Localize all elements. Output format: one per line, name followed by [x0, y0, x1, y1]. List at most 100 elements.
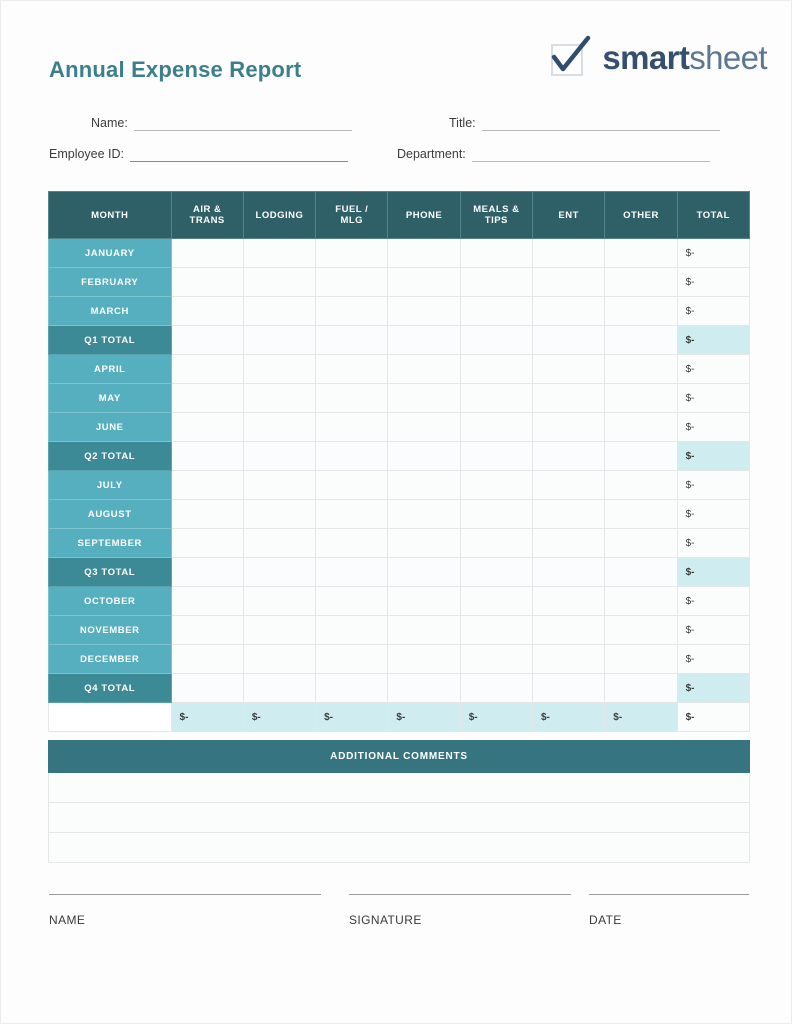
expense-cell[interactable]	[531, 470, 606, 500]
title-field[interactable]: Title:	[449, 111, 720, 131]
expense-cell[interactable]	[604, 296, 678, 326]
expense-cell[interactable]	[170, 238, 244, 268]
expense-cell[interactable]	[170, 615, 244, 645]
expense-cell[interactable]	[459, 586, 534, 616]
expense-cell[interactable]	[242, 383, 317, 413]
expense-cell[interactable]	[170, 644, 244, 674]
expense-cell[interactable]	[242, 470, 317, 500]
title-input-line[interactable]	[481, 114, 720, 131]
expense-cell[interactable]	[459, 615, 534, 645]
expense-cell[interactable]	[604, 586, 678, 616]
expense-cell[interactable]	[242, 499, 317, 529]
comment-row[interactable]	[48, 832, 750, 863]
department-input-line[interactable]	[471, 145, 710, 162]
expense-cell[interactable]	[459, 383, 534, 413]
expense-cell[interactable]	[387, 499, 461, 529]
expense-cell[interactable]	[315, 528, 389, 558]
expense-cell[interactable]	[170, 673, 244, 703]
expense-cell[interactable]	[170, 528, 244, 558]
expense-cell[interactable]	[387, 528, 461, 558]
expense-cell[interactable]	[604, 412, 678, 442]
expense-cell[interactable]	[242, 528, 317, 558]
expense-cell[interactable]	[387, 615, 461, 645]
expense-cell[interactable]	[531, 354, 606, 384]
expense-cell[interactable]	[604, 528, 678, 558]
expense-cell[interactable]	[387, 441, 461, 471]
expense-cell[interactable]	[315, 412, 389, 442]
expense-cell[interactable]	[531, 586, 606, 616]
expense-cell[interactable]	[387, 557, 461, 587]
expense-cell[interactable]	[170, 267, 244, 297]
comment-input-cell[interactable]	[48, 802, 750, 833]
expense-cell[interactable]	[315, 499, 389, 529]
date-signature-line[interactable]	[589, 894, 749, 895]
expense-cell[interactable]	[315, 383, 389, 413]
expense-cell[interactable]	[315, 325, 389, 355]
employee-id-field[interactable]: Employee ID:	[49, 142, 349, 162]
expense-cell[interactable]	[531, 528, 606, 558]
expense-cell[interactable]	[459, 644, 534, 674]
expense-cell[interactable]	[459, 412, 534, 442]
expense-cell[interactable]	[242, 615, 317, 645]
expense-cell[interactable]	[170, 354, 244, 384]
expense-cell[interactable]	[459, 557, 534, 587]
expense-cell[interactable]	[604, 644, 678, 674]
expense-cell[interactable]	[387, 267, 461, 297]
comment-row[interactable]	[48, 802, 750, 833]
expense-cell[interactable]	[315, 586, 389, 616]
expense-cell[interactable]	[459, 441, 534, 471]
expense-cell[interactable]	[170, 470, 244, 500]
expense-cell[interactable]	[604, 383, 678, 413]
expense-cell[interactable]	[315, 441, 389, 471]
expense-cell[interactable]	[170, 441, 244, 471]
expense-cell[interactable]	[531, 238, 606, 268]
comment-input-cell[interactable]	[48, 772, 750, 803]
expense-cell[interactable]	[604, 557, 678, 587]
expense-cell[interactable]	[531, 325, 606, 355]
expense-cell[interactable]	[531, 296, 606, 326]
expense-cell[interactable]	[531, 412, 606, 442]
expense-cell[interactable]	[531, 441, 606, 471]
name-signature-line[interactable]	[49, 894, 321, 895]
expense-cell[interactable]	[531, 644, 606, 674]
name-field[interactable]: Name:	[91, 111, 352, 131]
expense-cell[interactable]	[242, 673, 317, 703]
expense-cell[interactable]	[242, 441, 317, 471]
expense-cell[interactable]	[387, 296, 461, 326]
expense-cell[interactable]	[242, 412, 317, 442]
expense-cell[interactable]	[242, 267, 317, 297]
expense-cell[interactable]	[242, 557, 317, 587]
expense-cell[interactable]	[170, 586, 244, 616]
expense-cell[interactable]	[531, 267, 606, 297]
expense-cell[interactable]	[531, 615, 606, 645]
expense-cell[interactable]	[459, 499, 534, 529]
expense-cell[interactable]	[170, 557, 244, 587]
expense-cell[interactable]: $-	[604, 702, 678, 732]
expense-cell[interactable]	[459, 470, 534, 500]
expense-cell[interactable]	[242, 644, 317, 674]
expense-cell[interactable]: $-	[315, 702, 389, 732]
expense-cell[interactable]	[387, 644, 461, 674]
expense-cell[interactable]	[531, 557, 606, 587]
expense-cell[interactable]	[170, 383, 244, 413]
expense-cell[interactable]	[315, 615, 389, 645]
expense-cell[interactable]	[242, 586, 317, 616]
expense-cell[interactable]	[242, 354, 317, 384]
expense-cell[interactable]	[459, 238, 534, 268]
signature-date-block[interactable]: DATE	[589, 894, 749, 927]
signature-line[interactable]	[349, 894, 571, 895]
expense-cell[interactable]	[315, 296, 389, 326]
expense-cell[interactable]	[315, 644, 389, 674]
expense-cell[interactable]	[242, 238, 317, 268]
expense-cell[interactable]	[315, 354, 389, 384]
expense-cell[interactable]	[531, 499, 606, 529]
expense-cell[interactable]	[315, 238, 389, 268]
expense-cell[interactable]	[387, 354, 461, 384]
comment-row[interactable]	[48, 772, 750, 803]
expense-cell[interactable]	[170, 325, 244, 355]
expense-cell[interactable]	[604, 267, 678, 297]
department-field[interactable]: Department:	[397, 142, 710, 162]
expense-cell[interactable]: $-	[459, 702, 534, 732]
expense-cell[interactable]	[387, 383, 461, 413]
expense-cell[interactable]	[170, 412, 244, 442]
